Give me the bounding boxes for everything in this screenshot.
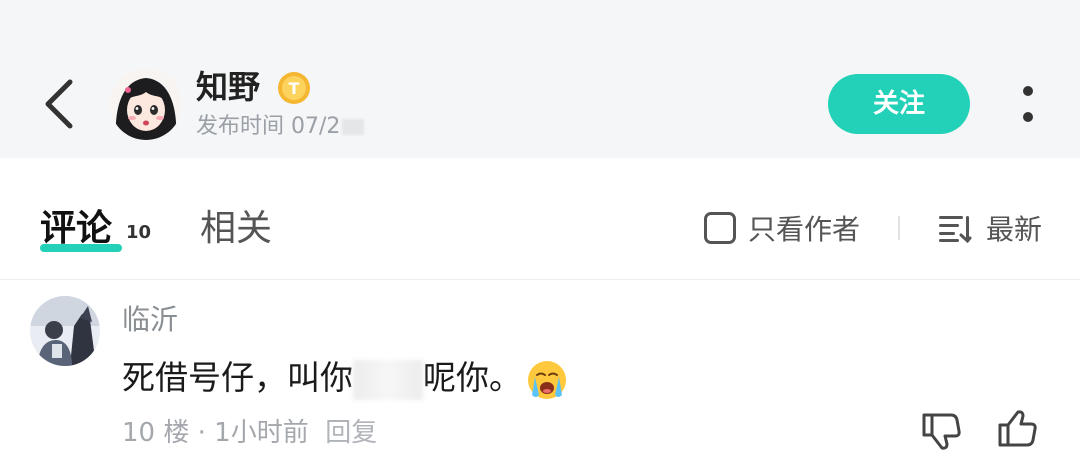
divider [898,216,900,240]
sort-label: 最新 [986,213,1043,246]
crying-face-emoji-icon [526,359,568,401]
more-button[interactable] [1012,80,1044,128]
author-only-toggle[interactable]: 只看作者 [704,208,860,248]
reply-button[interactable]: 回复 [325,418,377,448]
comment-text: 死借号仔，叫你 呢你。 [122,355,568,401]
tab-related[interactable]: 相关 [200,206,272,252]
tab-comments-label: 评论 [40,208,113,249]
post-header: 知野 T 发布时间 07/2 关注 [0,0,1080,158]
comment-time: 1小时前 [214,418,309,448]
comment-meta: 10 楼 · 1小时前 回复 [122,418,378,448]
comment-tabs: 评论 10 相关 只看作者 最新 [0,158,1080,280]
publish-time: 发布时间 07/2 [196,112,365,142]
comment-item: 临沂 死借号仔，叫你 呢你。 10 楼 · 1小时前 回复 [0,281,1080,472]
chevron-left-icon [45,79,73,129]
author-avatar[interactable] [110,68,182,140]
sort-button[interactable]: 最新 [938,208,1042,248]
author-only-label: 只看作者 [748,213,861,246]
author-name[interactable]: 知野 [196,66,260,108]
more-vertical-icon [1023,86,1033,96]
follow-button[interactable]: 关注 [828,74,970,134]
back-button[interactable] [38,76,82,132]
dislike-button[interactable] [920,409,962,451]
blurred-text [353,359,423,400]
comments-count: 10 [126,222,152,243]
thumbs-up-icon [998,410,1037,447]
checkbox-icon [704,212,736,244]
sort-icon [939,216,972,243]
like-button[interactable] [996,409,1038,451]
comment-floor: 10 楼 [122,418,190,448]
commenter-avatar[interactable] [30,296,100,366]
level-badge-icon: T [276,70,312,106]
thumbs-down-icon [922,413,961,450]
tab-comments[interactable]: 评论 10 [40,206,151,252]
commenter-name[interactable]: 临沂 [122,301,178,339]
svg-text:T: T [289,79,300,98]
